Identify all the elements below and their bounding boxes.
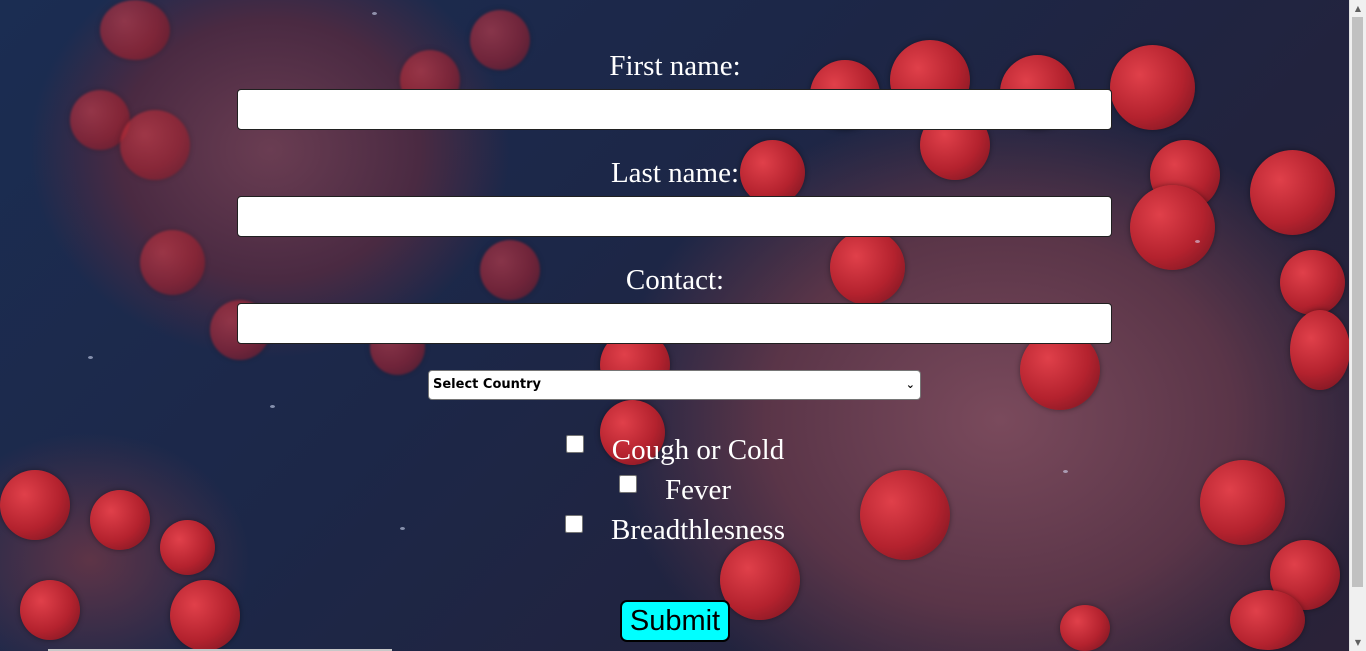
fever-label: Fever xyxy=(664,474,732,506)
first-name-input[interactable] xyxy=(237,89,1112,130)
submit-button[interactable]: Submit xyxy=(620,600,730,642)
fever-checkbox[interactable] xyxy=(618,475,637,493)
registration-form: First name: Last name: Contact: Select C… xyxy=(0,0,1350,651)
country-select[interactable]: Select Country ⌄ xyxy=(428,370,921,400)
country-select-value: Select Country xyxy=(433,377,541,392)
contact-label: Contact: xyxy=(625,264,725,296)
cough-or-cold-label: Cough or Cold xyxy=(611,434,785,466)
cough-or-cold-checkbox[interactable] xyxy=(565,435,584,453)
vertical-scrollbar[interactable]: ▲ ▼ xyxy=(1349,0,1366,651)
last-name-input[interactable] xyxy=(237,196,1112,237)
symptom-option-cough-or-cold: Cough or Cold xyxy=(0,432,1350,468)
scroll-down-arrow-icon[interactable]: ▼ xyxy=(1350,634,1366,651)
scroll-up-arrow-icon[interactable]: ▲ xyxy=(1350,0,1366,17)
symptom-option-fever: Fever xyxy=(0,472,1350,508)
breathlessness-checkbox[interactable] xyxy=(565,515,584,533)
last-name-label: Last name: xyxy=(610,157,740,189)
breathlessness-label: Breadthlesness xyxy=(611,514,785,546)
symptom-option-breathlessness: Breadthlesness xyxy=(0,512,1350,548)
scrollbar-thumb[interactable] xyxy=(1352,17,1363,587)
first-name-label: First name: xyxy=(609,50,741,82)
contact-input[interactable] xyxy=(237,303,1112,344)
chevron-down-icon: ⌄ xyxy=(905,378,915,391)
